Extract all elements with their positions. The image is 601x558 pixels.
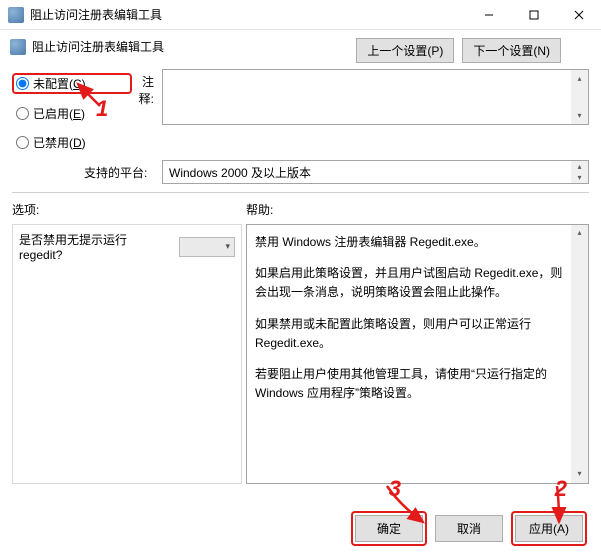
option-silent-regedit: 是否禁用无提示运行 regedit? ▾ [19,231,235,262]
radio-disabled[interactable]: 已禁用(D) [12,133,132,152]
scroll-down-icon[interactable]: ▾ [571,107,588,124]
footer-buttons: 确定 取消 应用(A) [351,511,587,546]
cancel-label: 取消 [457,522,481,536]
chevron-down-icon: ▾ [225,241,230,252]
close-button[interactable] [556,0,601,29]
ok-button[interactable]: 确定 [355,515,423,542]
platform-scrollbar[interactable]: ▴ ▾ [571,161,588,183]
policy-icon [10,39,26,55]
radio-enabled-label: 已启用(E) [33,105,85,122]
ok-highlight: 确定 [351,511,427,546]
next-label: 下一个设置(N) [473,44,550,58]
radio-not-configured-label: 未配置(C) [33,75,86,92]
prev-setting-button[interactable]: 上一个设置(P) [356,38,454,63]
scroll-up-icon[interactable]: ▴ [571,161,588,172]
apply-button[interactable]: 应用(A) [515,515,583,542]
radio-enabled-input[interactable] [16,107,29,120]
scroll-down-icon[interactable]: ▾ [571,466,588,483]
radio-not-configured[interactable]: 未配置(C) [12,73,132,94]
apply-highlight: 应用(A) [511,511,587,546]
help-label: 帮助: [246,201,589,218]
radio-group: 未配置(C) 已启用(E) 已禁用(D) [12,69,132,152]
maximize-button[interactable] [511,0,556,29]
comment-label: 注释: [132,69,162,152]
section-labels: 选项: 帮助: [12,201,589,218]
cancel-button[interactable]: 取消 [435,515,503,542]
comment-row: 未配置(C) 已启用(E) 已禁用(D) 注释: ▴ ▾ [12,69,589,152]
options-panel: 是否禁用无提示运行 regedit? ▾ [12,224,242,484]
window-controls [466,0,601,29]
option-question-text: 是否禁用无提示运行 regedit? [19,231,173,262]
help-p1: 禁用 Windows 注册表编辑器 Regedit.exe。 [255,233,566,252]
platform-row: 支持的平台: Windows 2000 及以上版本 ▴ ▾ [12,160,589,184]
platform-box: Windows 2000 及以上版本 ▴ ▾ [162,160,589,184]
help-scrollbar[interactable]: ▴ ▾ [571,225,588,483]
scroll-up-icon[interactable]: ▴ [571,70,588,87]
content-row: 是否禁用无提示运行 regedit? ▾ 禁用 Windows 注册表编辑器 R… [12,224,589,484]
policy-title: 阻止访问注册表编辑工具 [32,38,164,55]
platform-text: Windows 2000 及以上版本 [169,164,311,181]
prev-label: 上一个设置(P) [367,44,443,58]
comment-textarea[interactable]: ▴ ▾ [162,69,589,125]
app-icon [8,7,24,23]
help-panel: 禁用 Windows 注册表编辑器 Regedit.exe。 如果启用此策略设置… [246,224,589,484]
help-p3: 如果禁用或未配置此策略设置，则用户可以正常运行 Regedit.exe。 [255,315,566,353]
options-label: 选项: [12,201,246,218]
radio-disabled-input[interactable] [16,136,29,149]
window-title: 阻止访问注册表编辑工具 [30,6,466,23]
next-setting-button[interactable]: 下一个设置(N) [462,38,561,63]
apply-label: 应用(A) [529,522,569,536]
minimize-button[interactable] [466,0,511,29]
scroll-up-icon[interactable]: ▴ [571,225,588,242]
comment-scrollbar[interactable]: ▴ ▾ [571,70,588,124]
titlebar: 阻止访问注册表编辑工具 [0,0,601,30]
platform-label: 支持的平台: [84,160,114,184]
divider [12,192,589,193]
help-p2: 如果启用此策略设置，并且用户试图启动 Regedit.exe，则会出现一条消息，… [255,264,566,302]
radio-enabled[interactable]: 已启用(E) [12,104,132,123]
main-area: 未配置(C) 已启用(E) 已禁用(D) 注释: ▴ ▾ 支持的平台: Wind… [0,61,601,484]
radio-not-configured-input[interactable] [16,77,29,90]
option-dropdown[interactable]: ▾ [179,237,235,257]
help-p4: 若要阻止用户使用其他管理工具，请使用“只运行指定的 Windows 应用程序”策… [255,365,566,403]
ok-label: 确定 [377,522,401,536]
nav-buttons: 上一个设置(P) 下一个设置(N) [356,38,561,63]
radio-disabled-label: 已禁用(D) [33,134,86,151]
scroll-down-icon[interactable]: ▾ [571,172,588,183]
